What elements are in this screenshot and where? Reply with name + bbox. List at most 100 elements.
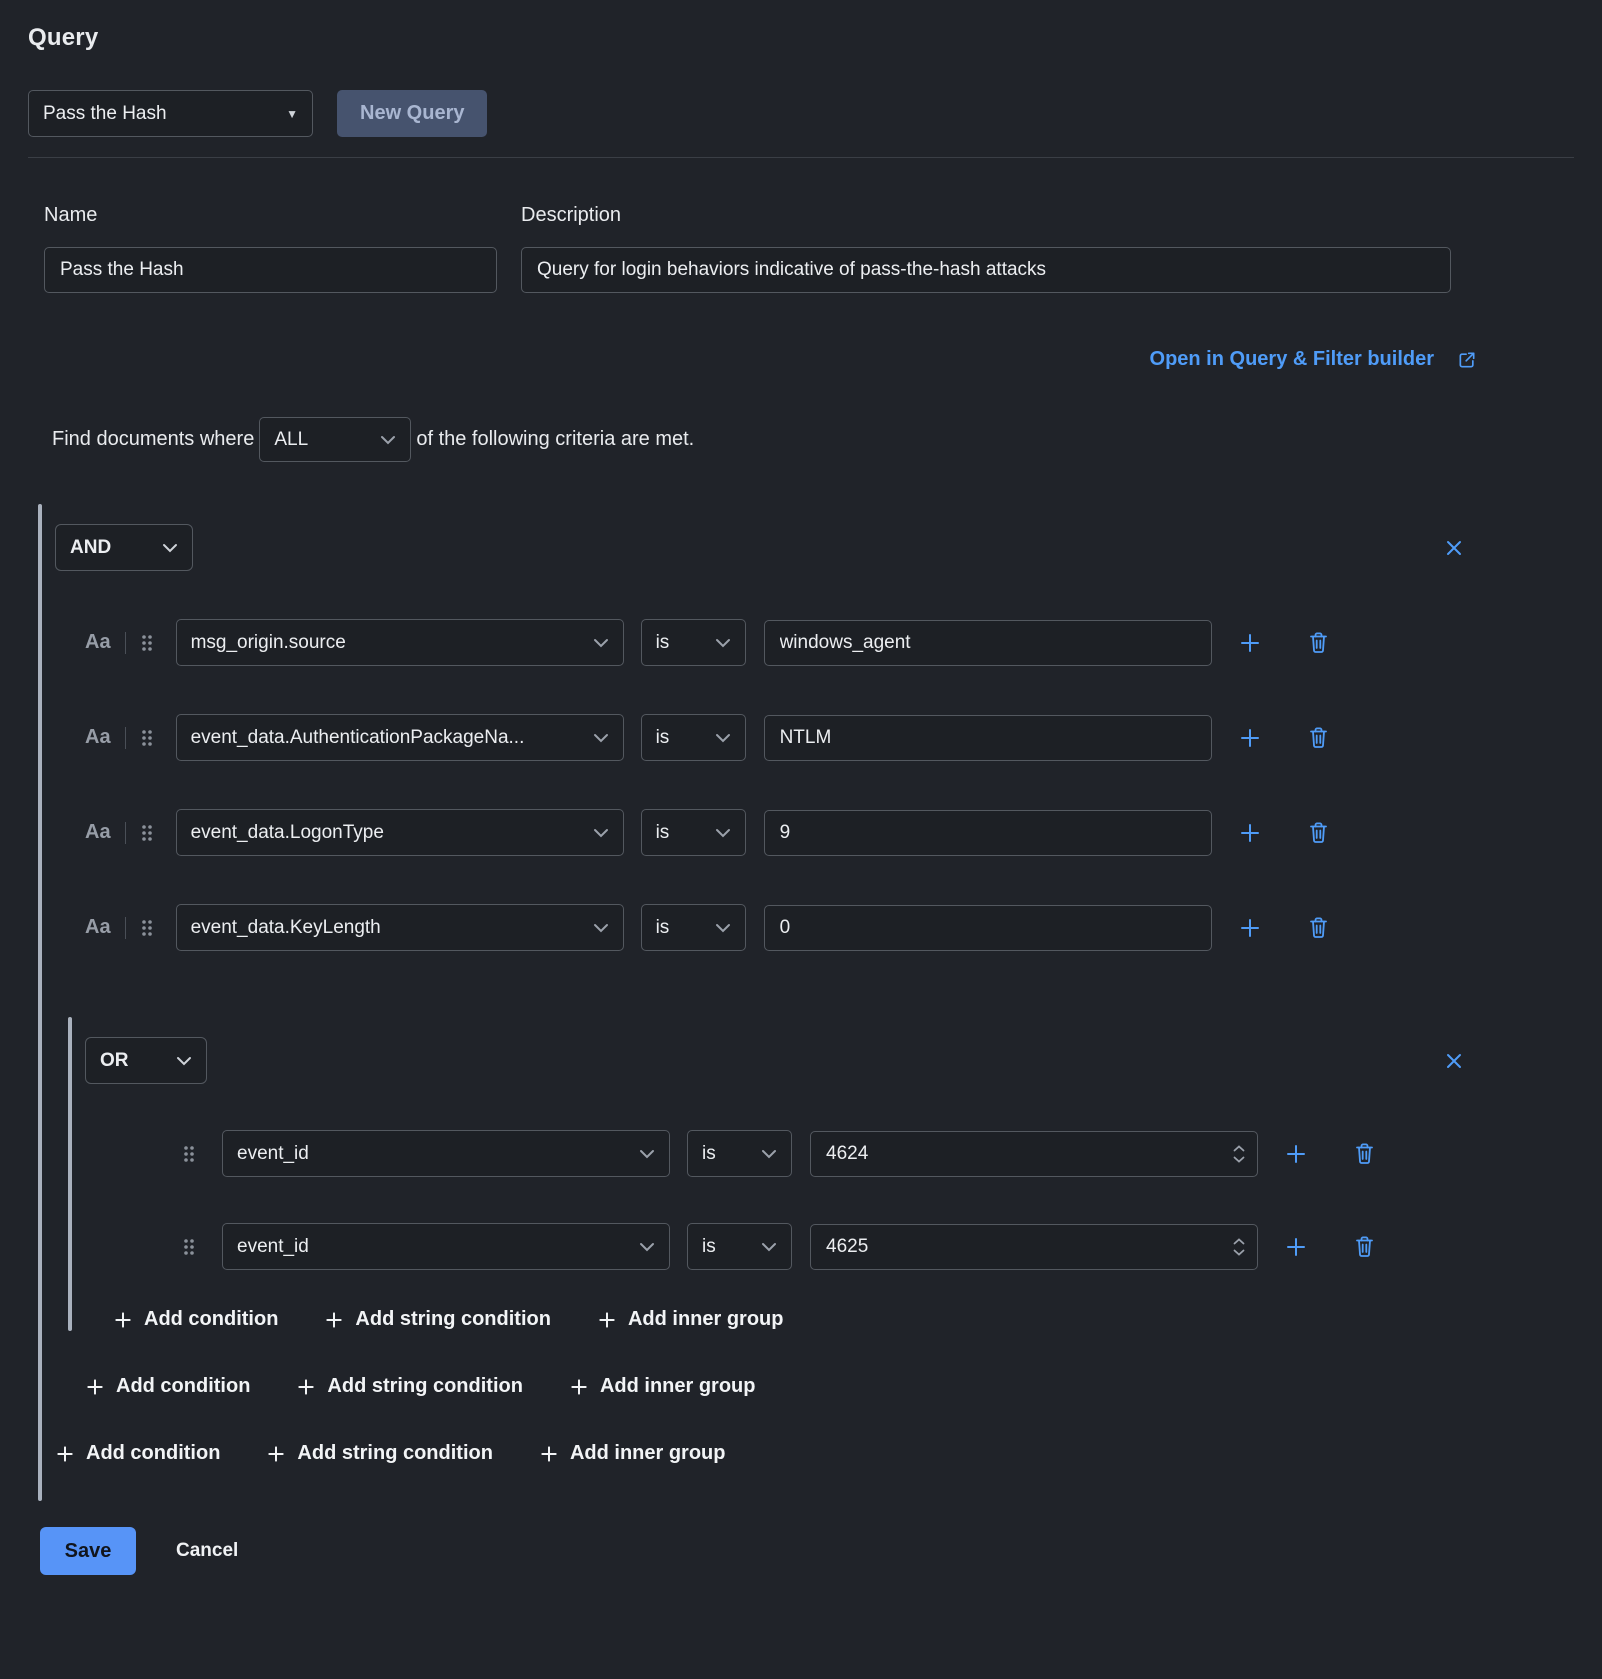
drag-handle-icon[interactable] (138, 726, 156, 750)
plus-icon (296, 1377, 316, 1397)
chevron-down-icon (593, 638, 609, 648)
operator-select[interactable]: is (641, 904, 746, 951)
description-input[interactable] (521, 247, 1451, 293)
divider (125, 822, 126, 844)
value-number-input[interactable] (810, 1224, 1258, 1270)
divider (28, 157, 1574, 158)
add-condition-button[interactable]: Add condition (113, 1308, 278, 1331)
add-condition-after-button[interactable] (1236, 724, 1264, 752)
add-string-condition-button[interactable]: Add string condition (266, 1442, 493, 1465)
add-string-condition-label: Add string condition (355, 1308, 551, 1331)
drag-handle-icon[interactable] (138, 631, 156, 655)
value-input[interactable] (764, 810, 1212, 856)
add-string-condition-button[interactable]: Add string condition (296, 1375, 523, 1398)
add-condition-label: Add condition (144, 1308, 278, 1331)
add-condition-after-button[interactable] (1236, 914, 1264, 942)
add-inner-group-button[interactable]: Add inner group (569, 1375, 756, 1398)
operator-select[interactable]: is (641, 809, 746, 856)
external-link-icon (1457, 350, 1477, 370)
operator-select[interactable]: is (641, 619, 746, 666)
plus-icon (569, 1377, 589, 1397)
match-type-value: ALL (274, 429, 308, 451)
delete-condition-button[interactable] (1306, 629, 1331, 656)
number-input-wrap (810, 1131, 1258, 1177)
or-operator-select[interactable]: OR (85, 1037, 207, 1084)
condition-row: event_id is (85, 1223, 1574, 1270)
or-operator-value: OR (100, 1050, 129, 1072)
number-stepper-icon[interactable] (1233, 1238, 1245, 1256)
query-meta-form: Name Description (28, 204, 1574, 293)
string-condition-icon: Aa (85, 916, 111, 939)
add-condition-after-button[interactable] (1282, 1140, 1310, 1168)
string-condition-icon: Aa (85, 821, 111, 844)
value-input[interactable] (764, 905, 1212, 951)
value-input[interactable] (764, 715, 1212, 761)
delete-condition-button[interactable] (1306, 724, 1331, 751)
remove-and-group-button[interactable] (1439, 533, 1469, 563)
plus-icon (597, 1310, 617, 1330)
drag-handle-icon[interactable] (180, 1235, 198, 1259)
divider (125, 917, 126, 939)
field-select-value: event_id (237, 1236, 309, 1258)
builder-link-row: Open in Query & Filter builder (28, 348, 1574, 371)
operator-select[interactable]: is (687, 1130, 792, 1177)
field-select[interactable]: event_data.KeyLength (176, 904, 624, 951)
delete-condition-button[interactable] (1306, 819, 1331, 846)
drag-handle-icon[interactable] (138, 916, 156, 940)
divider (125, 727, 126, 749)
chevron-down-icon (380, 435, 396, 445)
number-stepper-icon[interactable] (1233, 1145, 1245, 1163)
caret-down-icon: ▼ (286, 107, 298, 121)
delete-condition-button[interactable] (1352, 1140, 1377, 1167)
add-string-condition-button[interactable]: Add string condition (324, 1308, 551, 1331)
operator-select-value: is (702, 1143, 716, 1165)
saved-query-select[interactable]: Pass the Hash ▼ (28, 90, 313, 137)
drag-handle-icon[interactable] (180, 1142, 198, 1166)
add-condition-button[interactable]: Add condition (85, 1375, 250, 1398)
field-select[interactable]: event_id (222, 1223, 670, 1270)
remove-or-group-button[interactable] (1439, 1046, 1469, 1076)
operator-select-value: is (702, 1236, 716, 1258)
operator-select[interactable]: is (641, 714, 746, 761)
delete-condition-button[interactable] (1306, 914, 1331, 941)
drag-handle-icon[interactable] (138, 821, 156, 845)
query-editor-page: Query Pass the Hash ▼ New Query Name Des… (0, 0, 1602, 1615)
add-inner-group-button[interactable]: Add inner group (597, 1308, 784, 1331)
field-select-value: msg_origin.source (191, 632, 346, 654)
name-input[interactable] (44, 247, 497, 293)
value-number-input[interactable] (810, 1131, 1258, 1177)
value-input[interactable] (764, 620, 1212, 666)
field-select[interactable]: msg_origin.source (176, 619, 624, 666)
and-operator-select[interactable]: AND (55, 524, 193, 571)
add-inner-group-button[interactable]: Add inner group (539, 1442, 726, 1465)
condition-row: Aa event_data.AuthenticationPackageNa...… (55, 714, 1574, 761)
condition-group-or: OR event_id (68, 1017, 1574, 1331)
and-operator-value: AND (70, 537, 111, 559)
condition-row: Aa msg_origin.source is (55, 619, 1574, 666)
new-query-button[interactable]: New Query (337, 90, 487, 137)
criteria-prefix: Find documents where (52, 428, 254, 451)
add-condition-after-button[interactable] (1236, 629, 1264, 657)
add-condition-after-button[interactable] (1236, 819, 1264, 847)
field-select-value: event_id (237, 1143, 309, 1165)
add-condition-button[interactable]: Add condition (55, 1442, 220, 1465)
chevron-down-icon (639, 1149, 655, 1159)
match-type-select[interactable]: ALL (259, 417, 411, 462)
field-select[interactable]: event_data.LogonType (176, 809, 624, 856)
open-query-filter-builder-link[interactable]: Open in Query & Filter builder (1150, 348, 1477, 371)
save-button[interactable]: Save (40, 1527, 136, 1575)
open-query-filter-builder-label: Open in Query & Filter builder (1150, 348, 1434, 371)
add-condition-after-button[interactable] (1282, 1233, 1310, 1261)
add-condition-label: Add condition (116, 1375, 250, 1398)
string-condition-icon: Aa (85, 631, 111, 654)
chevron-down-icon (593, 733, 609, 743)
operator-select[interactable]: is (687, 1223, 792, 1270)
chevron-down-icon (715, 828, 731, 838)
field-select[interactable]: event_data.AuthenticationPackageNa... (176, 714, 624, 761)
plus-icon (113, 1310, 133, 1330)
operator-select-value: is (656, 632, 670, 654)
chevron-down-icon (639, 1242, 655, 1252)
field-select[interactable]: event_id (222, 1130, 670, 1177)
delete-condition-button[interactable] (1352, 1233, 1377, 1260)
cancel-button[interactable]: Cancel (176, 1540, 238, 1562)
